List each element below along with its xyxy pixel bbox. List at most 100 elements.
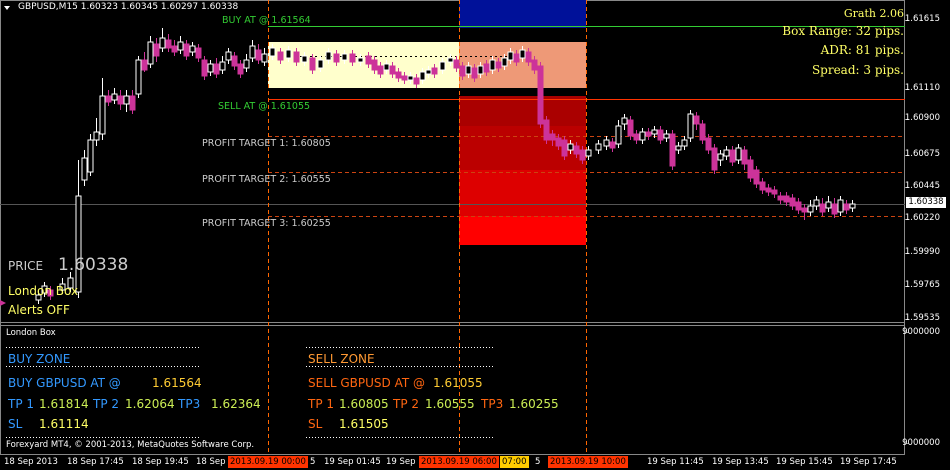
candle-body <box>459 65 466 77</box>
candle-body <box>177 41 184 51</box>
candle-body <box>431 67 438 75</box>
candle-body <box>483 63 490 73</box>
candle-body <box>837 199 844 213</box>
candle-body <box>111 93 118 101</box>
candle-body <box>389 65 396 75</box>
candle-body <box>365 55 372 65</box>
candle-body <box>669 133 676 167</box>
candle-body <box>777 195 784 201</box>
profit-target-2-label: PROFIT TARGET 2: 1.60555 <box>202 174 331 185</box>
panel-title: London Box <box>6 328 56 338</box>
sell-zone-bar-1 <box>459 96 586 126</box>
candle-body <box>269 47 276 57</box>
buy-at-text: BUY GBPUSD AT @ <box>8 376 121 390</box>
price-value: 1.60338 <box>58 255 129 275</box>
candle-body <box>99 95 106 135</box>
candle-body <box>657 129 664 141</box>
candle-body <box>573 145 580 155</box>
time-label-6: 19 Sep 01:45 <box>324 457 381 467</box>
price-tick-7: 1.59990 <box>904 247 940 257</box>
candle-body <box>349 53 356 63</box>
candle-body <box>585 149 592 157</box>
candle-body <box>243 59 250 69</box>
candle-body <box>651 129 658 135</box>
candle-body <box>447 57 454 63</box>
candle-body <box>819 203 826 213</box>
candle-body <box>225 51 232 61</box>
candle-body <box>407 75 414 81</box>
adr-info: ADR: 81 pips. <box>820 43 904 57</box>
candle-body <box>729 149 736 163</box>
candle-body <box>413 77 420 85</box>
chart-menu-icon[interactable] <box>4 6 10 10</box>
sell-at-text: SELL GBPUSD AT @ <box>308 376 426 390</box>
sell-tp1-label: TP 1 <box>308 397 335 411</box>
candle-body <box>507 51 514 61</box>
candle-body <box>333 53 340 63</box>
sell-tp2-label: TP 2 <box>393 397 420 411</box>
arrow-marker-icon <box>0 300 6 306</box>
candle-body <box>219 61 226 71</box>
alerts-label: Alerts OFF <box>8 303 70 317</box>
candle-body <box>789 197 796 207</box>
candle-body <box>621 117 628 125</box>
buy-tp2-label: TP 2 <box>93 397 120 411</box>
buy-price: 1.61564 <box>152 376 202 390</box>
candle-body <box>129 95 136 111</box>
candle-body <box>531 59 538 71</box>
candle-body <box>705 137 712 151</box>
candle-body <box>377 65 384 75</box>
candle-body <box>87 139 94 173</box>
candle-body <box>293 51 300 63</box>
candle-body <box>609 141 616 149</box>
candle-body <box>213 63 220 75</box>
candle-body <box>735 147 742 161</box>
candle-body <box>153 43 160 57</box>
candle-body <box>675 145 682 151</box>
price-tick-2: 1.61110 <box>904 83 940 93</box>
candle-body <box>471 67 478 79</box>
candle-body <box>495 61 502 69</box>
candle-body <box>771 189 778 195</box>
sell-zone-bar-4 <box>459 216 586 245</box>
candle-body <box>401 75 408 81</box>
buy-tp3-label: TP3 <box>178 397 201 411</box>
sell-tp3-label: TP3 <box>481 397 504 411</box>
sell-tp3: 1.60255 <box>509 397 559 411</box>
candle-body <box>555 137 562 147</box>
buy-sl-label: SL <box>8 417 23 431</box>
candle-body <box>309 57 316 71</box>
time-label-2: 18 Sep 17:45 <box>67 457 124 467</box>
time-label-3: 18 Sep 19:45 <box>132 457 189 467</box>
time-label-12: 19 Sep 17:45 <box>840 457 897 467</box>
panel-axis-bottom: 9000000 <box>902 438 940 448</box>
indicator-title: Grath 2.06 <box>843 7 904 20</box>
candle-body <box>693 115 700 125</box>
candle-body <box>383 63 390 71</box>
candle-body <box>249 45 256 59</box>
candle-body <box>741 149 748 165</box>
candle-body <box>537 65 544 125</box>
candle-body <box>627 119 634 137</box>
candle-body <box>567 143 574 151</box>
candle-body <box>357 57 364 63</box>
time-label-11: 19 Sep 15:45 <box>776 457 833 467</box>
candle-body <box>717 153 724 161</box>
price-tick-8: 1.59765 <box>904 280 940 290</box>
candle-body <box>189 45 196 53</box>
profit-target-3-label: PROFIT TARGET 3: 1.60255 <box>202 218 331 229</box>
candle-body <box>501 57 508 67</box>
candle-body <box>317 59 324 69</box>
time-highlight-2: 2013.09.19 06:00 <box>419 456 499 468</box>
candle-body <box>579 149 586 161</box>
candle-body <box>765 187 772 193</box>
candle-body <box>549 133 556 141</box>
candle-body <box>81 157 88 181</box>
candle-body <box>237 63 244 75</box>
sell-level-label: SELL AT @ 1.61055 <box>218 101 311 112</box>
time-label-1: 18 Sep 2013 <box>4 457 58 467</box>
chart-header: GBPUSD,M15 1.60323 1.60345 1.60297 1.603… <box>18 2 239 12</box>
candle-body <box>615 125 622 145</box>
candle-body <box>75 195 82 293</box>
buy-tp1-label: TP 1 <box>8 397 35 411</box>
